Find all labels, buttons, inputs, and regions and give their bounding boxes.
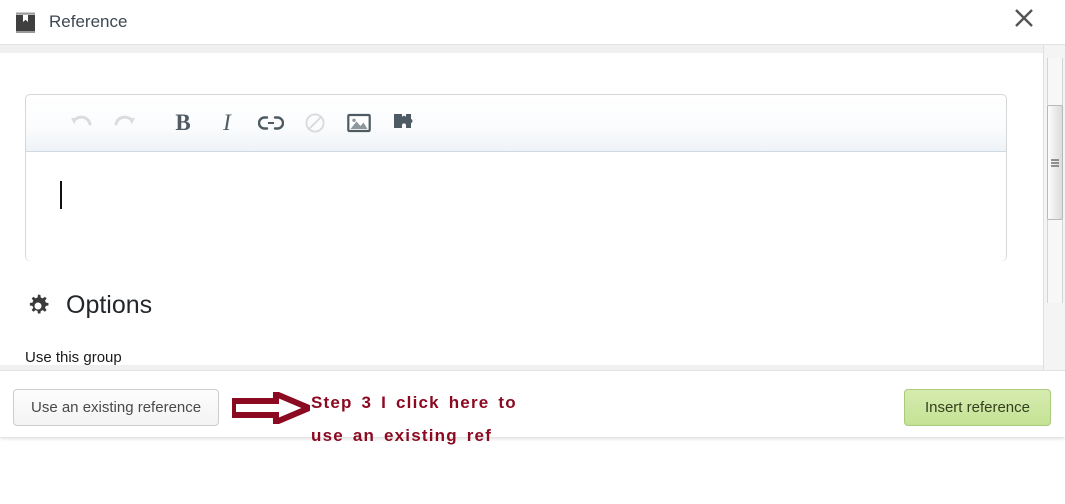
page-title: Reference [49, 12, 128, 31]
modal-header: Reference [0, 0, 1065, 45]
vertical-scrollbar[interactable] [1043, 45, 1065, 370]
bold-button[interactable]: B [166, 95, 200, 151]
close-icon[interactable] [1013, 7, 1043, 37]
modal-body-content: B I Options Use this group [0, 53, 1043, 365]
link-icon[interactable] [254, 95, 288, 151]
italic-label: I [223, 110, 231, 135]
scrollbar-grip-icon [1051, 159, 1059, 166]
annotation-text: Step 3 I click here to use an existing r… [311, 386, 641, 452]
screen-root: Reference issues test 3 Reference [0, 0, 1065, 504]
modal-body: B I Options Use this group [0, 45, 1065, 370]
annotation-line-2: use an existing ref [311, 426, 493, 445]
italic-button[interactable]: I [210, 95, 244, 151]
image-icon[interactable] [342, 95, 376, 151]
editor-toolbar: B I [26, 95, 1006, 152]
background-bottom-area [0, 481, 1065, 504]
reference-modal: Reference B I Options Use this group Use… [0, 0, 1065, 437]
puzzle-icon[interactable] [386, 95, 420, 151]
bold-label: B [175, 110, 191, 135]
use-existing-reference-button[interactable]: Use an existing reference [13, 389, 220, 426]
options-section-header: Options [25, 291, 152, 320]
scrollbar-thumb[interactable] [1047, 105, 1063, 220]
options-title: Options [66, 291, 153, 319]
unlink-icon[interactable] [298, 95, 332, 151]
insert-reference-button[interactable]: Insert reference [903, 389, 1051, 426]
gear-icon [25, 293, 51, 319]
rich-text-editor: B I [25, 94, 1007, 261]
annotation-arrow-right-icon [230, 389, 317, 427]
annotation-line-1: Step 3 I click here to [311, 393, 517, 412]
redo-icon[interactable] [108, 95, 142, 151]
use-this-group-label: Use this group [25, 349, 122, 365]
text-cursor [60, 181, 62, 209]
editor-text-area[interactable] [26, 152, 1006, 261]
undo-icon[interactable] [64, 95, 98, 151]
book-icon [14, 11, 37, 34]
